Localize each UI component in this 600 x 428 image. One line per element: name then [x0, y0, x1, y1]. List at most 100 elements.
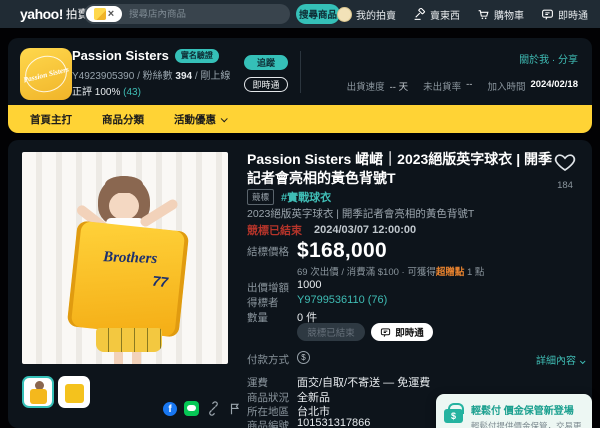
bid-note: 69 次出價 / 消費滿 $100 · 可獲得超贈點 1 點	[297, 267, 485, 278]
chevron-down-icon	[220, 114, 228, 122]
seller-stats: 出貨速度 -- 天 未出貨率 -- 加入時間 2024/02/18	[347, 79, 578, 93]
auction-ended-button: 競標已結束	[297, 323, 365, 341]
search-input[interactable]	[122, 8, 290, 20]
seller-avatar[interactable]: Passion Sisters	[20, 48, 72, 100]
gavel-icon	[414, 7, 426, 20]
sell-link[interactable]: 賣東西	[413, 7, 460, 22]
join-date-stat: 加入時間 2024/02/18	[487, 79, 578, 93]
chat-icon	[381, 327, 391, 337]
payment-detail-link[interactable]: 詳細內容	[536, 352, 586, 367]
seller-messenger-button[interactable]: 即時通	[244, 77, 288, 92]
hashtag-link[interactable]: #實戰球衣	[281, 189, 331, 205]
seller-name: Passion Sisters	[72, 48, 169, 63]
product-title: Passion Sisters 峮峮｜2023絕版英字球衣 | 開季記者會亮相的…	[247, 151, 553, 186]
tag-row: 競標 #實戰球衣	[247, 189, 331, 205]
jersey-number-text: 77	[151, 272, 169, 291]
item-number-value: 101531317866	[297, 417, 371, 428]
favorite-heart-icon[interactable]	[552, 150, 578, 174]
vertical-divider	[300, 51, 301, 93]
product-info: Passion Sisters 峮峮｜2023絕版英字球衣 | 開季記者會亮相的…	[245, 148, 590, 428]
search-button[interactable]: 搜尋商品	[296, 4, 340, 24]
shipping-row: 運費 面交/自取/不寄送 — 免運費	[245, 374, 590, 390]
report-flag-icon[interactable]	[228, 402, 242, 416]
clear-image-icon[interactable]: ×	[108, 9, 114, 20]
follower-count: 394	[175, 71, 193, 82]
model-bangs-graphic	[105, 176, 143, 193]
line-share-icon[interactable]	[184, 401, 199, 416]
dollar-circle-icon: $	[297, 351, 310, 364]
follow-button[interactable]: 追蹤	[244, 55, 288, 70]
jersey-graphic: Brothers 77	[66, 220, 190, 338]
shipping-speed-stat: 出貨速度 -- 天	[346, 82, 409, 93]
user-avatar-icon	[337, 6, 352, 22]
cart-link[interactable]: 購物車	[477, 7, 524, 22]
thumbnail-selected[interactable]	[22, 376, 54, 408]
copy-link-icon[interactable]	[206, 401, 221, 416]
my-auction-link[interactable]: 我的拍賣	[337, 6, 396, 22]
top-navbar: yahoo! 拍賣 × 搜尋商品 我的拍賣 賣東西 購物車	[0, 0, 600, 28]
shipping-label: 運費	[247, 377, 268, 389]
winner-label: 得標者	[247, 297, 279, 309]
payment-row: 付款方式 $ 詳細內容	[245, 351, 590, 367]
model-leg-left-graphic	[114, 352, 123, 364]
facebook-share-icon[interactable]: f	[163, 401, 177, 416]
model-face-graphic	[109, 192, 139, 220]
yahoo-logo[interactable]: yahoo! 拍賣	[20, 0, 89, 28]
share-bar: f	[163, 401, 242, 416]
payment-label: 付款方式	[247, 354, 289, 366]
winner-link[interactable]: Y9799536110 (76)	[297, 294, 387, 306]
tab-categories[interactable]: 商品分類	[102, 112, 144, 127]
my-auction-label: 我的拍賣	[356, 10, 396, 22]
seller-name-row: Passion Sisters 實名驗證	[72, 48, 219, 63]
action-buttons-row: 競標已結束 即時通	[245, 323, 590, 343]
winner-row: 得標者 Y9799536110 (76)	[245, 294, 590, 310]
thumbnail-2[interactable]	[58, 376, 90, 408]
top-nav-links: 我的拍賣 賣東西 購物車 即時通	[337, 0, 588, 28]
jersey-brand-text: Brothers	[102, 249, 158, 268]
seller-id: Y4923905390 / 粉絲數	[72, 71, 176, 82]
easypay-toast[interactable]: $ 輕鬆付 價金保管新登場 輕鬆付提供價金保管，交易更安心！	[436, 394, 592, 428]
yahoo-logo-text: yahoo!	[20, 6, 63, 22]
about-share-link[interactable]: 關於我 · 分享	[519, 51, 578, 66]
final-price-row: 結標價格 $168,000	[245, 239, 590, 262]
chat-icon	[542, 9, 553, 20]
increment-label: 出價增額	[247, 282, 289, 294]
toast-subtitle: 輕鬆付提供價金保管，交易更安心！	[471, 421, 582, 428]
unshipped-rate-stat: 未出貨率 --	[423, 79, 473, 93]
like-count: 184	[557, 180, 573, 191]
item-number-label: 商品編號	[247, 420, 289, 428]
rating-count-link[interactable]: (43)	[123, 87, 141, 98]
toast-title: 輕鬆付 價金保管新登場	[471, 406, 574, 417]
yahoo-auction-page: yahoo! 拍賣 × 搜尋商品 我的拍賣 賣東西 購物車	[0, 0, 600, 428]
model-skirt-graphic	[96, 328, 162, 352]
final-price: $168,000	[297, 239, 387, 262]
cart-label: 購物車	[494, 10, 524, 22]
last-online: / 剛上線	[192, 71, 231, 82]
auction-end-row: 競標已結束 2024/03/07 12:00:00	[247, 222, 416, 238]
tab-home-featured[interactable]: 首頁主打	[30, 112, 72, 127]
image-search-chip[interactable]: ×	[86, 6, 122, 22]
chevron-down-icon	[579, 358, 586, 365]
auction-ended-label: 競標已結束	[247, 225, 302, 237]
product-photo[interactable]: Brothers 77	[22, 152, 228, 364]
seller-rating: 正評 100% (43)	[72, 83, 141, 98]
thumbnail-2-graphic	[65, 384, 84, 403]
positive-rating: 正評 100%	[72, 87, 124, 98]
store-search-box[interactable]: ×	[84, 4, 290, 24]
favorite-box[interactable]: 184	[548, 150, 582, 191]
messenger-label: 即時通	[558, 10, 588, 22]
seller-meta: Y4923905390 / 粉絲數 394 / 剛上線	[72, 67, 230, 82]
price-label: 結標價格	[247, 246, 289, 258]
increment-value: 1000	[297, 279, 322, 291]
bonus-points-link[interactable]: 超贈點	[436, 267, 465, 278]
sell-label: 賣東西	[430, 10, 460, 22]
messenger-link[interactable]: 即時通	[541, 7, 588, 22]
seller-header: Passion Sisters Passion Sisters 實名驗證 Y49…	[8, 38, 592, 105]
seller-avatar-logo-text: Passion Sisters	[22, 64, 70, 84]
product-messenger-button[interactable]: 即時通	[371, 323, 433, 341]
tab-promotions[interactable]: 活動優惠	[174, 112, 228, 127]
auction-type-tag: 競標	[247, 189, 275, 205]
store-nav: 首頁主打 商品分類 活動優惠	[8, 105, 592, 133]
image-search-thumbnail	[93, 8, 106, 20]
shipping-value: 面交/自取/不寄送 — 免運費	[297, 377, 431, 389]
